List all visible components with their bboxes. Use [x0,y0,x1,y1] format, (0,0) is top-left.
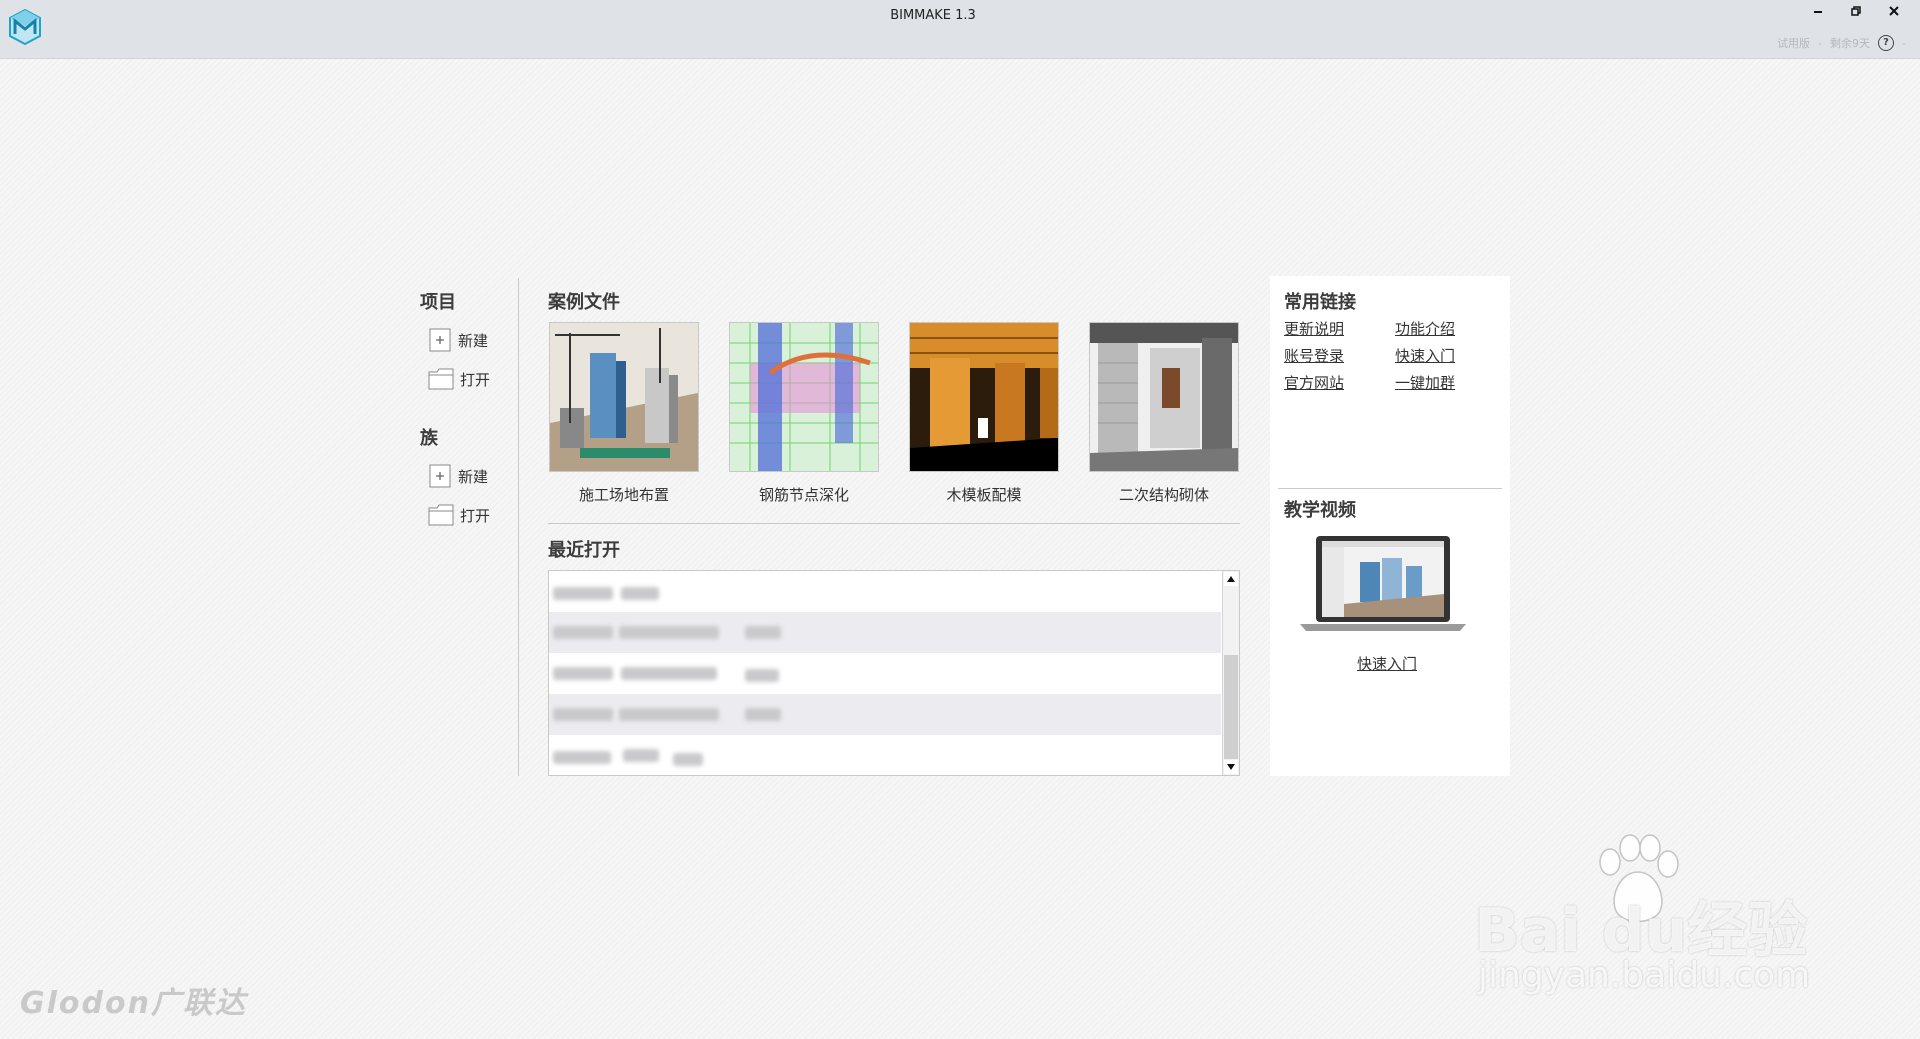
folder-icon [428,368,454,390]
case-thumbnail-timber-formwork[interactable] [909,322,1059,472]
window-title: BIMMAKE 1.3 [890,8,976,23]
close-icon [1889,6,1899,16]
case-thumbnail-secondary-masonry[interactable] [1089,322,1239,472]
close-button[interactable] [1886,0,1902,22]
family-open-label: 打开 [460,506,491,525]
list-item[interactable] [549,735,1221,775]
family-new-button[interactable]: 新建 [428,464,488,488]
link-official-site[interactable]: 官方网站 [1284,372,1344,393]
scroll-down-button[interactable] [1224,760,1238,774]
family-new-label: 新建 [458,467,489,486]
section-divider [548,523,1240,524]
minimize-icon [1814,11,1822,13]
link-update-notes[interactable]: 更新说明 [1284,318,1344,339]
case-label: 木模板配模 [946,486,1022,504]
case-item[interactable]: 二次结构砌体 [1089,322,1239,505]
case-item[interactable]: 钢筋节点深化 [729,322,879,505]
project-new-button[interactable]: 新建 [428,328,488,352]
project-open-button[interactable]: 打开 [428,368,490,390]
restore-icon [1851,6,1861,16]
folder-icon [428,504,454,526]
recent-scrollbar[interactable] [1222,571,1239,775]
project-new-label: 新建 [458,331,489,350]
common-links-title: 常用链接 [1284,292,1356,313]
project-section-title: 项目 [420,292,456,313]
case-label: 施工场地布置 [578,486,669,504]
case-item[interactable]: 施工场地布置 [549,322,699,505]
family-open-button[interactable]: 打开 [428,504,490,526]
tutorial-video-thumbnail[interactable] [1300,534,1466,632]
new-file-icon [429,328,451,352]
link-features[interactable]: 功能介绍 [1395,318,1455,339]
case-thumbnail-site-layout[interactable] [549,322,699,472]
case-item[interactable]: 木模板配模 [909,322,1059,505]
rebar-node-image [730,323,878,471]
panel-divider [1278,488,1502,489]
link-quick-start[interactable]: 快速入门 [1395,345,1455,366]
arrow-up-icon [1227,576,1235,582]
link-account-login[interactable]: 账号登录 [1284,345,1344,366]
case-label: 二次结构砌体 [1118,486,1209,504]
remaining-days-label: 剩余9天 [1830,37,1871,50]
left-sidebar: 项目 新建 打开 族 新建 打开 [420,278,519,776]
right-panel: 常用链接 更新说明 功能介绍 账号登录 快速入门 官方网站 一键加群 教学视频 … [1270,276,1510,776]
restore-button[interactable] [1848,0,1864,22]
link-join-group[interactable]: 一键加群 [1395,372,1455,393]
glodon-brand-logo: Glodon广联达 [20,986,247,1021]
minimize-button[interactable] [1810,0,1826,22]
list-item[interactable] [549,653,1221,694]
project-open-label: 打开 [460,370,491,389]
list-item[interactable] [549,612,1221,653]
title-bar: BIMMAKE 1.3 试用版 - 剩余9天 ? - [0,0,1920,59]
recent-files-list[interactable] [548,570,1240,776]
scrollbar-thumb[interactable] [1224,655,1238,759]
list-item[interactable] [549,694,1221,735]
recent-title: 最近打开 [548,540,620,561]
case-files-title: 案例文件 [548,292,620,313]
site-layout-image [550,323,698,471]
case-thumbnail-rebar-node[interactable] [729,322,879,472]
trial-label: 试用版 [1777,37,1811,50]
baidu-watermark-url: jingyan.baidu.com [1478,955,1811,996]
scroll-up-button[interactable] [1224,572,1238,586]
secondary-masonry-image [1090,323,1238,471]
family-section-title: 族 [420,428,438,449]
list-item[interactable] [549,571,1221,612]
timber-formwork-image [910,323,1058,471]
arrow-down-icon [1227,764,1235,770]
case-label: 钢筋节点深化 [758,486,849,504]
video-quick-start-link[interactable]: 快速入门 [1357,653,1417,674]
video-title: 教学视频 [1284,500,1356,521]
new-file-icon [429,464,451,488]
help-icon[interactable]: ? [1878,35,1895,51]
